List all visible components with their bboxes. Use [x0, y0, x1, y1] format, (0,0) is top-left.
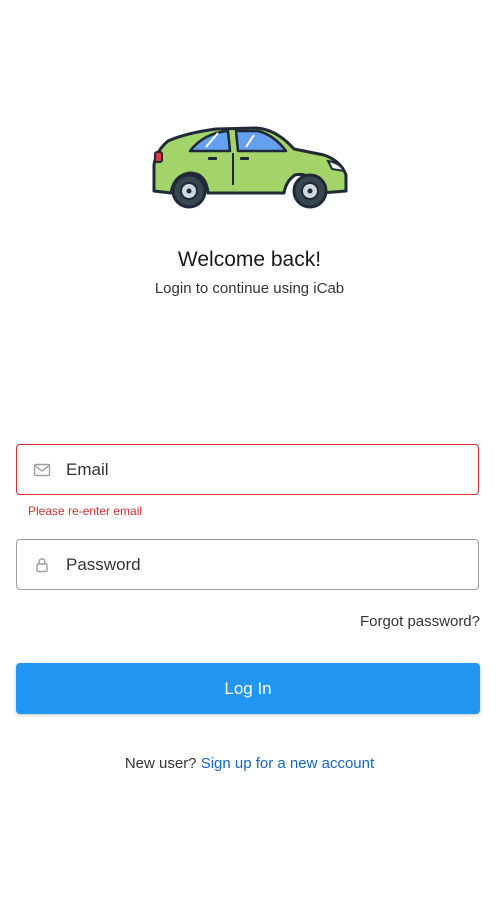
email-error-message: Please re-enter email	[28, 504, 143, 518]
welcome-subtitle: Login to continue using iCab	[154, 280, 345, 297]
signup-link[interactable]: Sign up for a new account	[201, 755, 374, 772]
car-illustration	[146, 123, 352, 213]
signup-prompt-text: New user?	[124, 755, 197, 772]
mail-icon	[33, 461, 51, 479]
lock-icon	[33, 556, 51, 574]
welcome-title: Welcome back!	[177, 248, 322, 271]
email-field[interactable]	[16, 444, 479, 495]
password-input[interactable]	[66, 540, 466, 589]
signup-prompt: New user? Sign up for a new account	[0, 754, 499, 774]
login-button[interactable]: Log In	[16, 663, 480, 714]
forgot-password-link[interactable]: Forgot password?	[360, 612, 480, 632]
email-input[interactable]	[66, 445, 466, 494]
password-field[interactable]	[16, 539, 479, 590]
